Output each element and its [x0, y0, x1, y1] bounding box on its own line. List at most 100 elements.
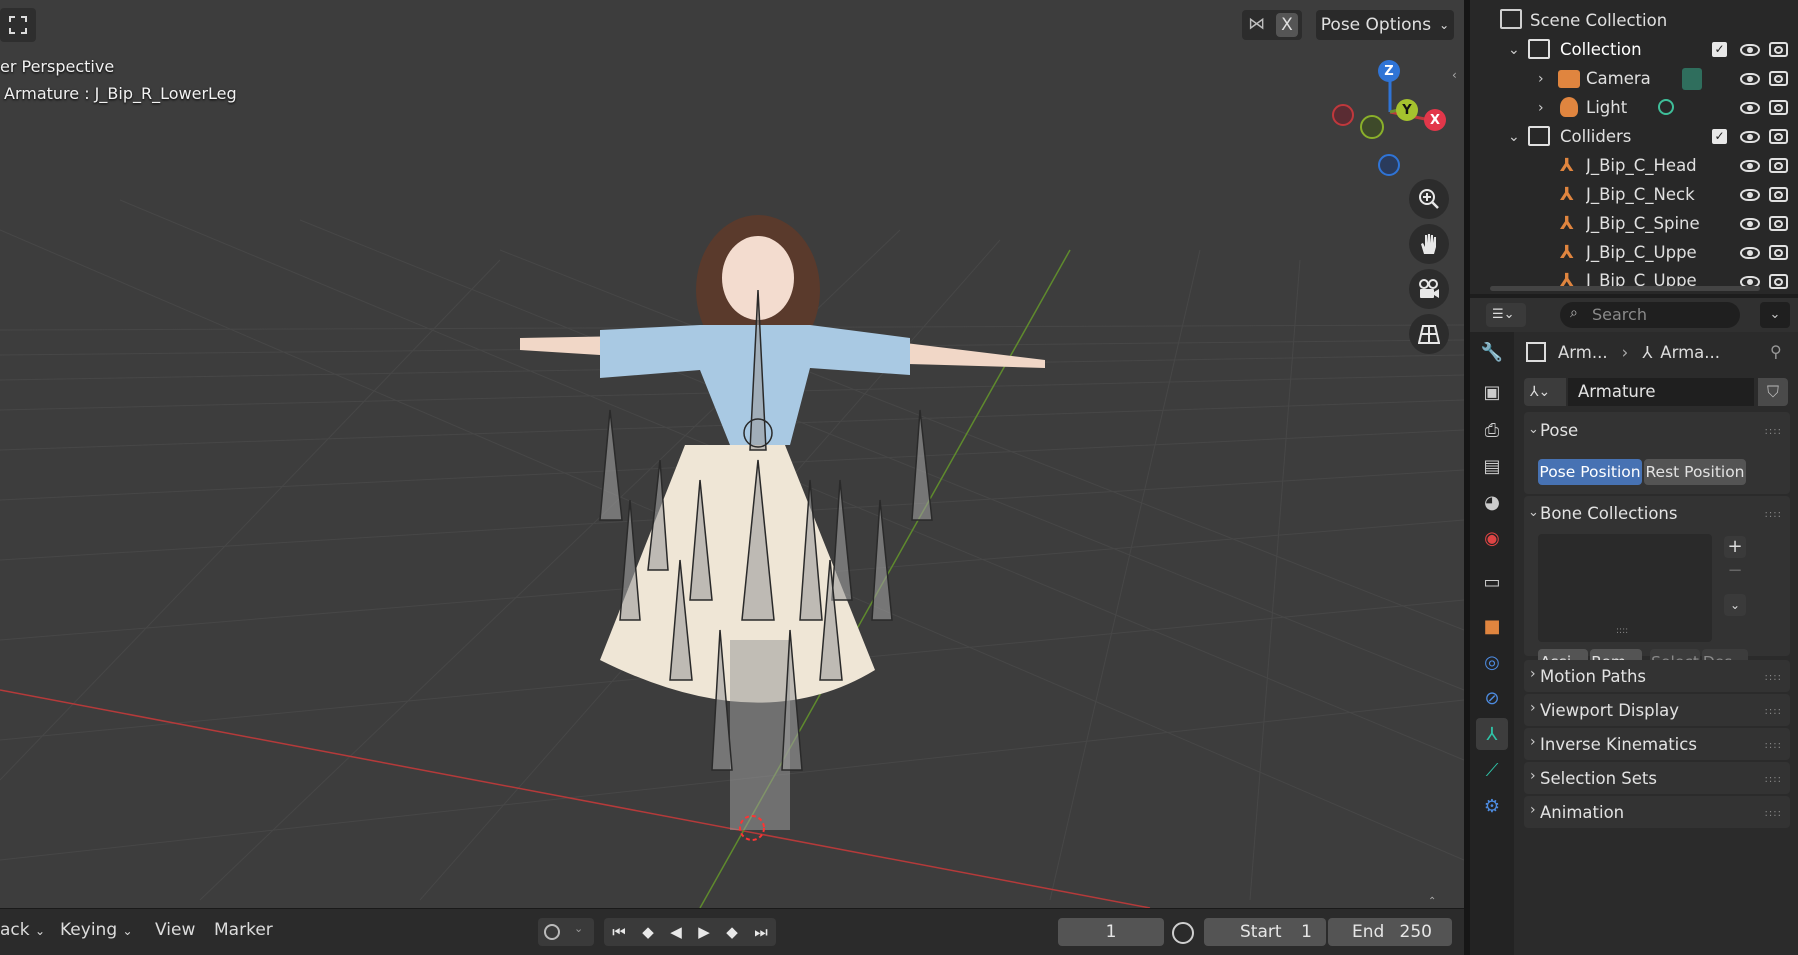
viewport-display-title[interactable]: Viewport Display	[1540, 701, 1679, 720]
light-data-icon[interactable]	[1658, 99, 1674, 115]
scene-tab-icon[interactable]: ◕	[1476, 486, 1508, 518]
pose-position-button[interactable]: Pose Position	[1538, 459, 1642, 485]
play-reverse-icon[interactable]: ◀	[670, 923, 682, 941]
view-layer-tab-icon[interactable]: ▤	[1476, 450, 1508, 482]
outliner-row-camera[interactable]: › Camera	[1470, 64, 1798, 93]
grid-ortho-icon[interactable]	[1409, 314, 1449, 354]
panel-grip-icon[interactable]: ::::	[1765, 706, 1782, 717]
outliner-scrollbar[interactable]	[1490, 286, 1760, 291]
zoom-icon[interactable]	[1409, 179, 1449, 219]
eye-icon[interactable]	[1740, 160, 1760, 172]
eye-icon[interactable]	[1740, 102, 1760, 114]
bone-tab-icon[interactable]: ⟋	[1476, 754, 1508, 786]
auto-keying-toggle[interactable]: ⌄	[538, 918, 594, 946]
world-tab-icon[interactable]: ◉	[1476, 522, 1508, 554]
render-camera-icon[interactable]	[1769, 129, 1788, 144]
render-tab-icon[interactable]: ▣	[1476, 376, 1508, 408]
pin-icon[interactable]: ⚲	[1770, 342, 1782, 361]
physics-tab-icon[interactable]: ◎	[1476, 646, 1508, 678]
render-camera-icon[interactable]	[1769, 187, 1788, 202]
collection-tab-icon[interactable]: ▭	[1476, 566, 1508, 598]
chevron-down-icon[interactable]: ⌄	[1508, 42, 1520, 58]
selection-sets-title[interactable]: Selection Sets	[1540, 769, 1657, 788]
armature-browse-icon[interactable]: ⅄⌄	[1524, 378, 1566, 406]
eye-icon[interactable]	[1740, 247, 1760, 259]
eye-icon[interactable]	[1740, 131, 1760, 143]
outliner-row-colliders[interactable]: ⌄ Colliders ✓	[1470, 122, 1798, 151]
pose-options-dropdown[interactable]: Pose Options ⌄	[1316, 10, 1454, 40]
list-resize-grip-icon[interactable]: ::::	[1616, 626, 1628, 636]
jump-start-icon[interactable]: ⏮	[612, 923, 626, 941]
exclude-checkbox[interactable]: ✓	[1712, 129, 1727, 144]
marker-menu[interactable]: Marker	[214, 920, 273, 940]
rest-position-button[interactable]: Rest Position	[1644, 459, 1746, 485]
view-menu[interactable]: View	[155, 920, 195, 940]
3d-viewport[interactable]: ⋈ X Pose Options ⌄ er Perspective Armatu…	[0, 0, 1464, 908]
outliner-row-scene-collection[interactable]: Scene Collection	[1470, 6, 1798, 35]
animation-title[interactable]: Animation	[1540, 803, 1624, 822]
render-camera-icon[interactable]	[1769, 245, 1788, 260]
jump-end-icon[interactable]: ⏭	[754, 923, 768, 941]
eye-icon[interactable]	[1740, 73, 1760, 85]
eye-icon[interactable]	[1740, 44, 1760, 56]
mirror-pose-icon[interactable]: ⋈	[1248, 14, 1265, 34]
panel-grip-icon[interactable]: ::::	[1765, 808, 1782, 819]
armature-data-tab-icon[interactable]: ⅄	[1476, 718, 1508, 750]
panel-grip-icon[interactable]: ::::	[1765, 509, 1782, 520]
character-model[interactable]	[480, 200, 1080, 900]
constraints-tab-icon[interactable]: ⊘	[1476, 682, 1508, 714]
editor-type-icon[interactable]: ☰⌄	[1486, 303, 1526, 327]
next-keyframe-icon[interactable]: ◆	[726, 923, 738, 941]
bone-collections-list[interactable]: ::::	[1538, 534, 1712, 642]
current-frame-field[interactable]: 1	[1058, 918, 1164, 946]
collection-specials-dropdown[interactable]: ⌄	[1724, 594, 1746, 616]
eye-icon[interactable]	[1740, 189, 1760, 201]
eye-icon[interactable]	[1740, 218, 1760, 230]
gizmo-y-axis[interactable]: Y	[1396, 99, 1418, 121]
panel-grip-icon[interactable]: ::::	[1765, 740, 1782, 751]
play-icon[interactable]: ▶	[698, 923, 710, 941]
render-camera-icon[interactable]	[1769, 42, 1788, 57]
outliner-row-bone-empty[interactable]: ⅄ J_Bip_C_Head	[1470, 151, 1798, 180]
outliner-row-light[interactable]: › Light	[1470, 93, 1798, 122]
x-mirror-button[interactable]: X	[1276, 13, 1298, 37]
chevron-down-icon[interactable]: ⌄	[1508, 129, 1520, 145]
fake-user-shield-icon[interactable]: ⛉	[1758, 378, 1788, 406]
render-camera-icon[interactable]	[1769, 71, 1788, 86]
prev-keyframe-icon[interactable]: ◆	[642, 923, 654, 941]
outliner-row-collection[interactable]: ⌄ Collection ✓	[1470, 35, 1798, 64]
hand-pan-icon[interactable]	[1409, 224, 1449, 264]
chevron-right-icon[interactable]: ›	[1538, 71, 1544, 87]
panel-grip-icon[interactable]: ::::	[1765, 426, 1782, 437]
start-frame-field[interactable]: Start 1	[1204, 918, 1326, 946]
render-camera-icon[interactable]	[1769, 100, 1788, 115]
camera-data-icon[interactable]	[1682, 68, 1702, 90]
sidebar-toggle-icon[interactable]: ‹	[1452, 68, 1457, 82]
render-camera-icon[interactable]	[1769, 158, 1788, 173]
motion-paths-title[interactable]: Motion Paths	[1540, 667, 1646, 686]
panel-grip-icon[interactable]: ::::	[1765, 672, 1782, 683]
object-tab-icon[interactable]: ■	[1476, 610, 1508, 642]
bone-collections-title[interactable]: Bone Collections	[1540, 504, 1677, 523]
select-mode-icon[interactable]	[0, 8, 36, 42]
outliner-row-bone-empty[interactable]: ⅄ J_Bip_C_Spine	[1470, 209, 1798, 238]
render-camera-icon[interactable]	[1769, 216, 1788, 231]
playback-menu[interactable]: ack ⌄	[0, 920, 45, 940]
bone-constraints-tab-icon[interactable]: ⚙	[1476, 790, 1508, 822]
render-camera-icon[interactable]	[1769, 274, 1788, 289]
armature-name-field[interactable]: Armature	[1568, 378, 1754, 406]
add-collection-button[interactable]: +	[1724, 536, 1746, 558]
outliner-row-bone-empty[interactable]: ⅄ J_Bip_C_Uppe	[1470, 238, 1798, 267]
gizmo-neg-z-axis[interactable]	[1378, 154, 1400, 176]
keying-menu[interactable]: Keying ⌄	[60, 920, 133, 940]
remove-collection-button[interactable]: −	[1724, 560, 1746, 582]
outliner-row-bone-empty[interactable]: ⅄ J_Bip_C_Neck	[1470, 180, 1798, 209]
gizmo-neg-x-axis[interactable]	[1332, 104, 1354, 126]
stopwatch-icon[interactable]	[1172, 922, 1194, 944]
inverse-kinematics-title[interactable]: Inverse Kinematics	[1540, 735, 1697, 754]
chevron-down-icon[interactable]: ⌄	[1528, 422, 1539, 437]
chevron-up-icon[interactable]: ⌃	[1428, 896, 1436, 907]
search-input[interactable]: ⌕ Search	[1560, 302, 1740, 328]
options-dropdown-icon[interactable]: ⌄	[1760, 302, 1790, 328]
gizmo-z-axis[interactable]: Z	[1378, 60, 1400, 82]
